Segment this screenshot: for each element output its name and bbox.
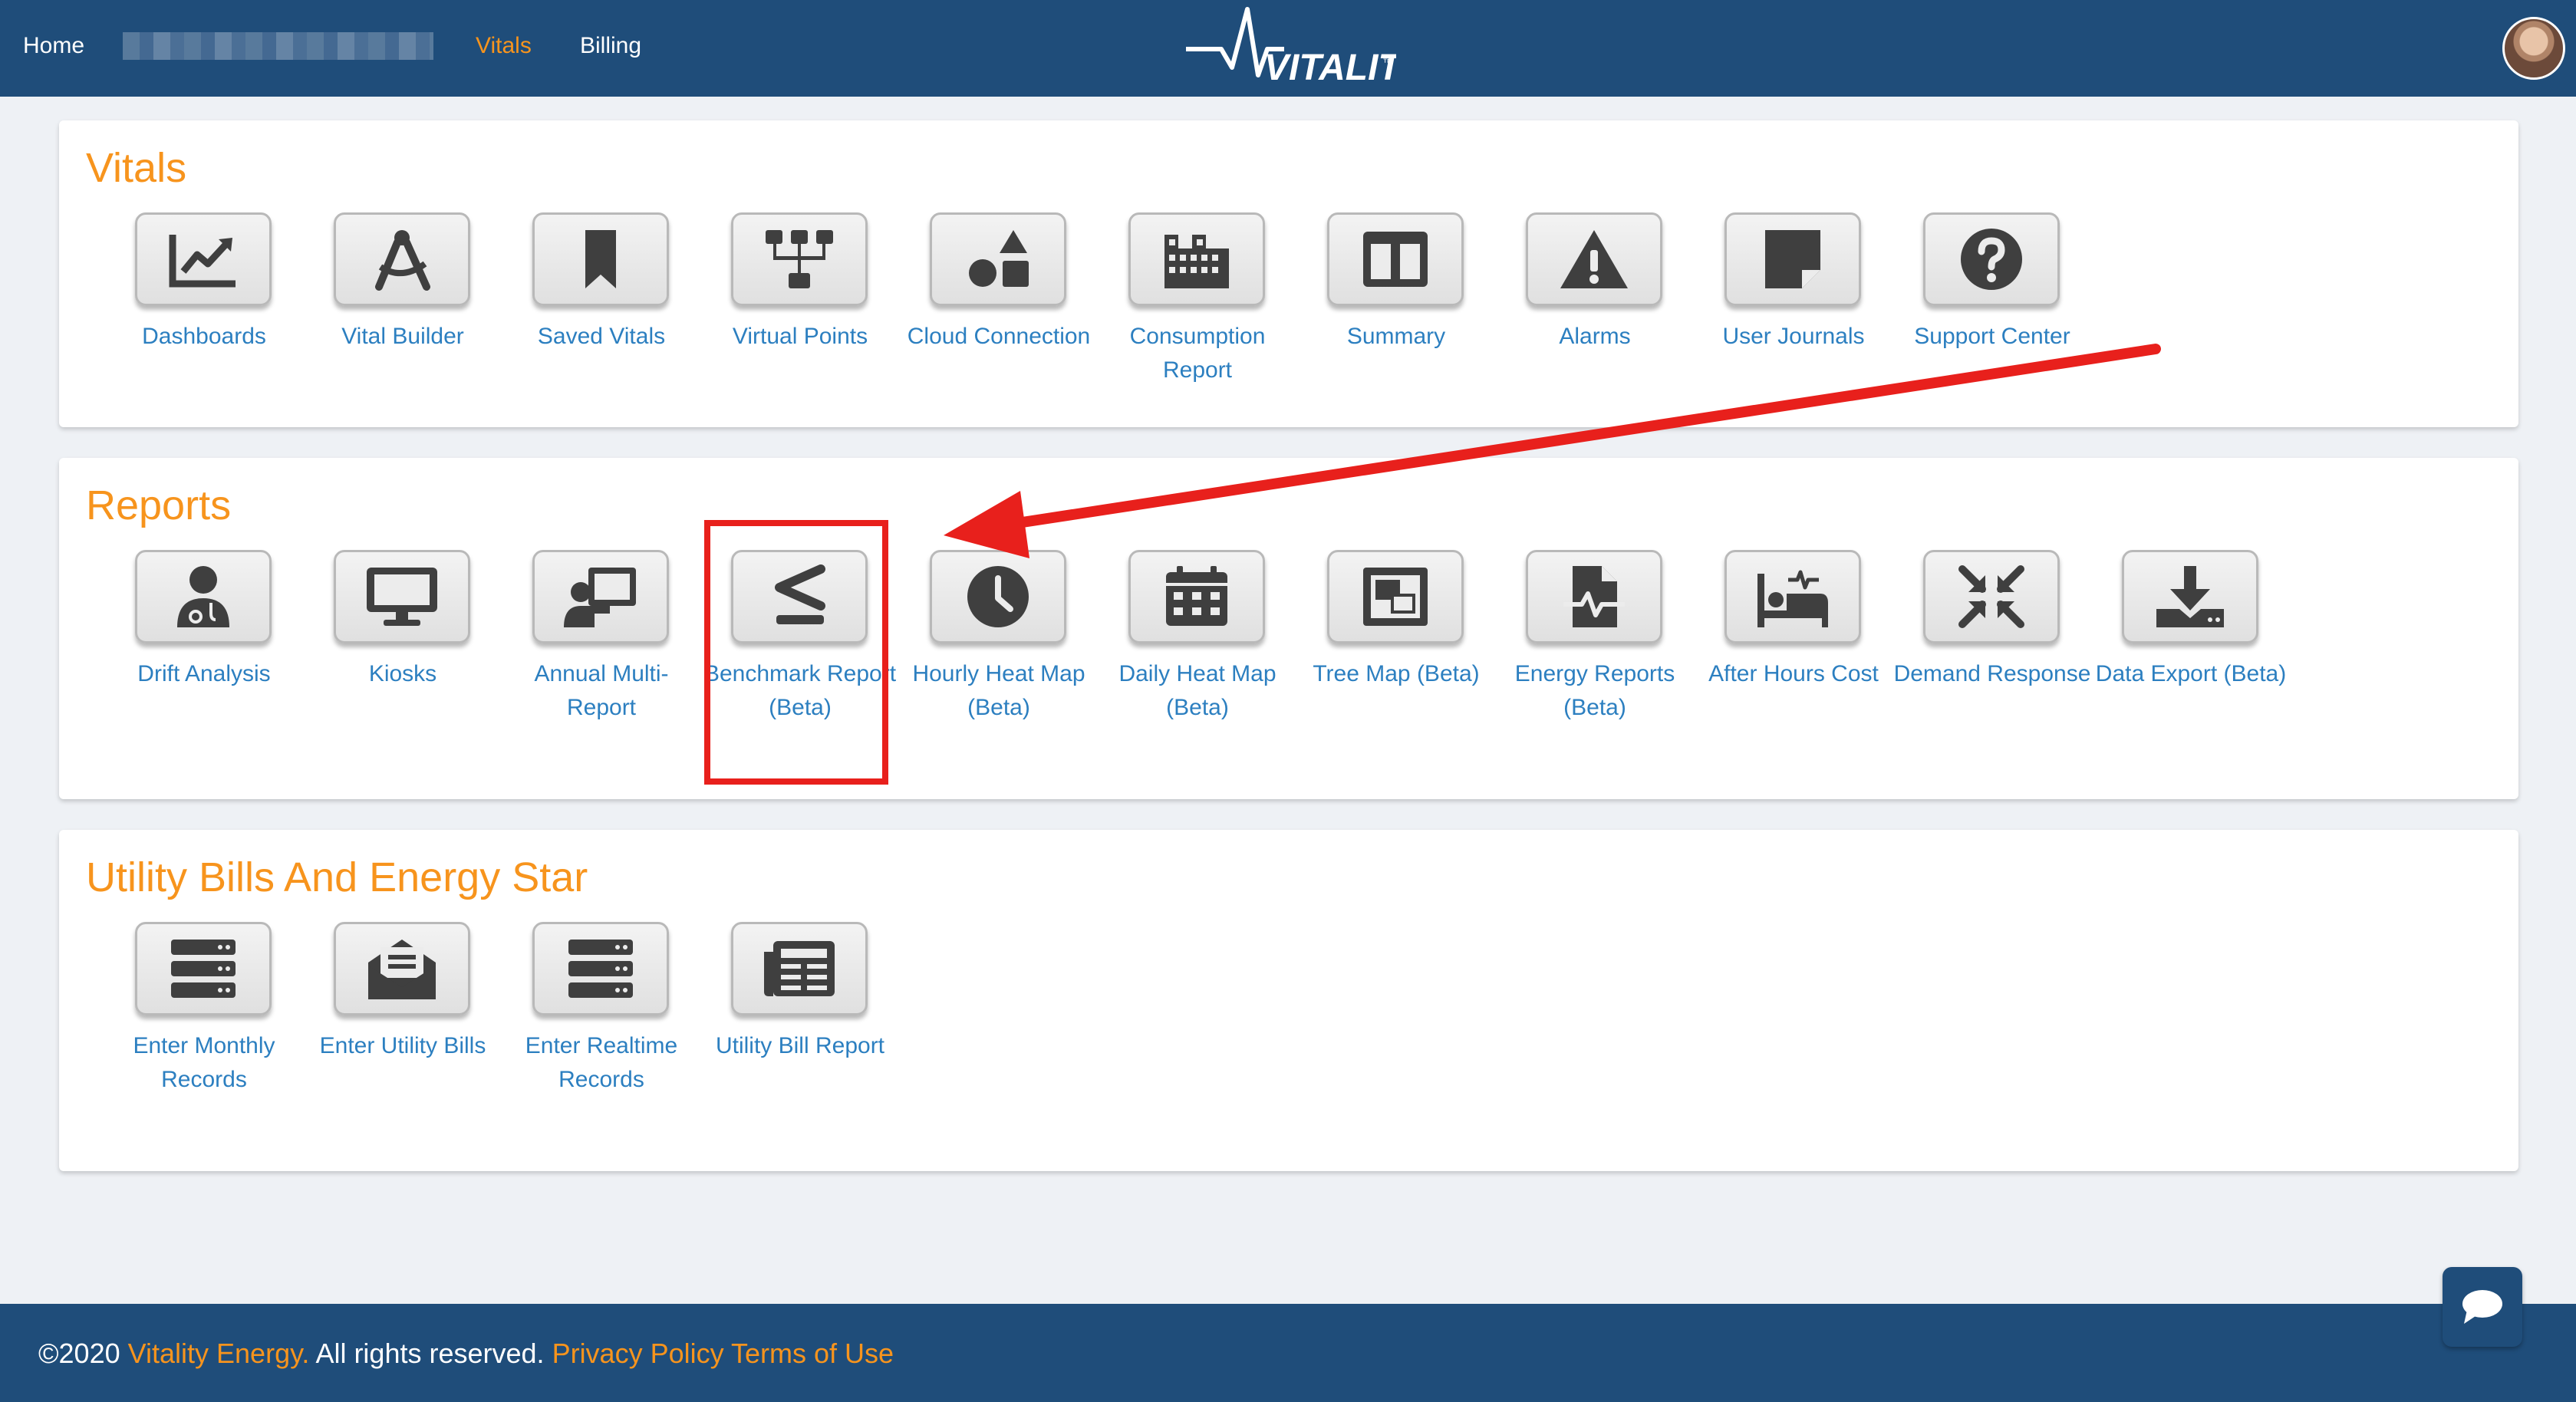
chat-button[interactable] bbox=[2443, 1267, 2522, 1347]
server-icon bbox=[171, 940, 236, 998]
enter-utility-bills-button[interactable] bbox=[334, 922, 470, 1015]
nav-redacted-link[interactable] bbox=[123, 32, 433, 60]
clock-icon bbox=[967, 566, 1029, 627]
footer-rights: All rights reserved. bbox=[315, 1338, 545, 1369]
virtual-points-label[interactable]: Virtual Points bbox=[700, 320, 900, 354]
logo-trademark: ™ bbox=[1382, 56, 1393, 68]
enter-monthly-records-label[interactable]: Enter Monthly Records bbox=[104, 1029, 304, 1097]
utility-bill-report-button[interactable] bbox=[731, 922, 868, 1015]
calendar-icon bbox=[1166, 566, 1227, 626]
summary-label[interactable]: Summary bbox=[1296, 320, 1496, 354]
energy-reports-label[interactable]: Energy Reports (Beta) bbox=[1495, 657, 1695, 725]
bookmark-icon bbox=[585, 230, 616, 288]
alarms-button[interactable] bbox=[1526, 212, 1662, 306]
top-nav: Home Vitals Billing VITALITY ™ bbox=[0, 0, 2576, 97]
user-journals-label[interactable]: User Journals bbox=[1694, 320, 1893, 354]
vital-builder-label[interactable]: Vital Builder bbox=[303, 320, 502, 354]
warning-icon bbox=[1560, 230, 1628, 288]
object-group-icon bbox=[1363, 568, 1428, 626]
drift-analysis-label[interactable]: Drift Analysis bbox=[104, 657, 304, 691]
reports-panel: Reports Drift Analysis Kiosks Annual Mul… bbox=[59, 458, 2518, 799]
benchmark-highlight-box bbox=[704, 520, 888, 785]
saved-vitals-button[interactable] bbox=[532, 212, 669, 306]
chart-line-icon bbox=[169, 235, 236, 288]
footer: ©2020 Vitality Energy. All rights reserv… bbox=[0, 1304, 2576, 1402]
industry-icon bbox=[1164, 235, 1229, 288]
daily-heat-map-button[interactable] bbox=[1128, 550, 1265, 643]
hourly-heat-map-button[interactable] bbox=[930, 550, 1066, 643]
cloud-connection-label[interactable]: Cloud Connection bbox=[899, 320, 1099, 354]
consumption-report-button[interactable] bbox=[1128, 212, 1265, 306]
user-doctor-icon bbox=[177, 566, 229, 627]
energy-reports-button[interactable] bbox=[1526, 550, 1662, 643]
bed-icon bbox=[1757, 570, 1828, 627]
consumption-report-label[interactable]: Consumption Report bbox=[1098, 320, 1297, 387]
columns-icon bbox=[1363, 232, 1428, 287]
support-center-button[interactable] bbox=[1923, 212, 2060, 306]
vitality-logo[interactable]: VITALITY ™ bbox=[1181, 5, 1396, 91]
cloud-connection-button[interactable] bbox=[930, 212, 1066, 306]
logo-wordmark: VITALITY bbox=[1264, 48, 1396, 88]
footer-terms-link[interactable]: Terms of Use bbox=[731, 1338, 894, 1369]
desktop-icon bbox=[367, 568, 437, 626]
dashboards-button[interactable] bbox=[135, 212, 272, 306]
daily-heat-map-label[interactable]: Daily Heat Map (Beta) bbox=[1098, 657, 1297, 725]
alarms-label[interactable]: Alarms bbox=[1495, 320, 1695, 354]
summary-button[interactable] bbox=[1327, 212, 1464, 306]
chat-bubble-icon bbox=[2462, 1290, 2502, 1324]
chalkboard-teacher-icon bbox=[564, 568, 636, 627]
utility-bill-report-label[interactable]: Utility Bill Report bbox=[700, 1029, 900, 1063]
saved-vitals-label[interactable]: Saved Vitals bbox=[502, 320, 701, 354]
nav-vitals-link[interactable]: Vitals bbox=[476, 31, 532, 61]
footer-text: ©2020 Vitality Energy. All rights reserv… bbox=[38, 1336, 894, 1371]
after-hours-cost-label[interactable]: After Hours Cost bbox=[1694, 657, 1893, 691]
download-icon bbox=[2156, 566, 2224, 627]
annual-multi-report-button[interactable] bbox=[532, 550, 669, 643]
footer-company-link[interactable]: Vitality Energy. bbox=[128, 1338, 310, 1369]
kiosks-button[interactable] bbox=[334, 550, 470, 643]
tree-map-label[interactable]: Tree Map (Beta) bbox=[1296, 657, 1496, 691]
network-tree-icon bbox=[766, 230, 833, 288]
envelope-open-text-icon bbox=[368, 940, 436, 999]
question-circle-icon bbox=[1961, 229, 2022, 290]
footer-copyright: ©2020 bbox=[38, 1338, 120, 1369]
annual-multi-report-label[interactable]: Annual Multi-Report bbox=[502, 657, 701, 725]
shapes-icon bbox=[969, 230, 1029, 287]
tree-map-button[interactable] bbox=[1327, 550, 1464, 643]
drafting-compass-icon bbox=[375, 230, 430, 291]
hourly-heat-map-label[interactable]: Hourly Heat Map (Beta) bbox=[899, 657, 1099, 725]
enter-realtime-records-label[interactable]: Enter Realtime Records bbox=[502, 1029, 701, 1097]
file-medical-alt-icon bbox=[1563, 566, 1625, 627]
vital-builder-button[interactable] bbox=[334, 212, 470, 306]
reports-section-title: Reports bbox=[86, 482, 232, 528]
virtual-points-button[interactable] bbox=[731, 212, 868, 306]
demand-response-label[interactable]: Demand Response bbox=[1892, 657, 2092, 691]
utility-bills-panel: Utility Bills And Energy Star Enter Mont… bbox=[59, 830, 2518, 1171]
nav-billing-link[interactable]: Billing bbox=[580, 31, 641, 61]
compress-arrows-icon bbox=[1958, 565, 2024, 628]
utility-section-title: Utility Bills And Energy Star bbox=[86, 854, 588, 900]
enter-realtime-records-button[interactable] bbox=[532, 922, 669, 1015]
server-icon bbox=[568, 940, 633, 998]
enter-monthly-records-button[interactable] bbox=[135, 922, 272, 1015]
newspaper-icon bbox=[764, 941, 835, 996]
data-export-label[interactable]: Data Export (Beta) bbox=[2091, 657, 2291, 691]
support-center-label[interactable]: Support Center bbox=[1892, 320, 2092, 354]
vitals-section-title: Vitals bbox=[86, 145, 187, 191]
enter-utility-bills-label[interactable]: Enter Utility Bills bbox=[303, 1029, 502, 1063]
demand-response-button[interactable] bbox=[1923, 550, 2060, 643]
dashboards-label[interactable]: Dashboards bbox=[104, 320, 304, 354]
nav-home-link[interactable]: Home bbox=[23, 31, 84, 61]
drift-analysis-button[interactable] bbox=[135, 550, 272, 643]
kiosks-label[interactable]: Kiosks bbox=[303, 657, 502, 691]
sticky-note-icon bbox=[1765, 230, 1820, 288]
after-hours-cost-button[interactable] bbox=[1724, 550, 1861, 643]
data-export-button[interactable] bbox=[2122, 550, 2258, 643]
user-avatar[interactable] bbox=[2502, 17, 2565, 80]
footer-privacy-link[interactable]: Privacy Policy bbox=[552, 1338, 724, 1369]
vitals-panel: Vitals Dashboards Vital Builder Saved Vi… bbox=[59, 120, 2518, 427]
user-journals-button[interactable] bbox=[1724, 212, 1861, 306]
